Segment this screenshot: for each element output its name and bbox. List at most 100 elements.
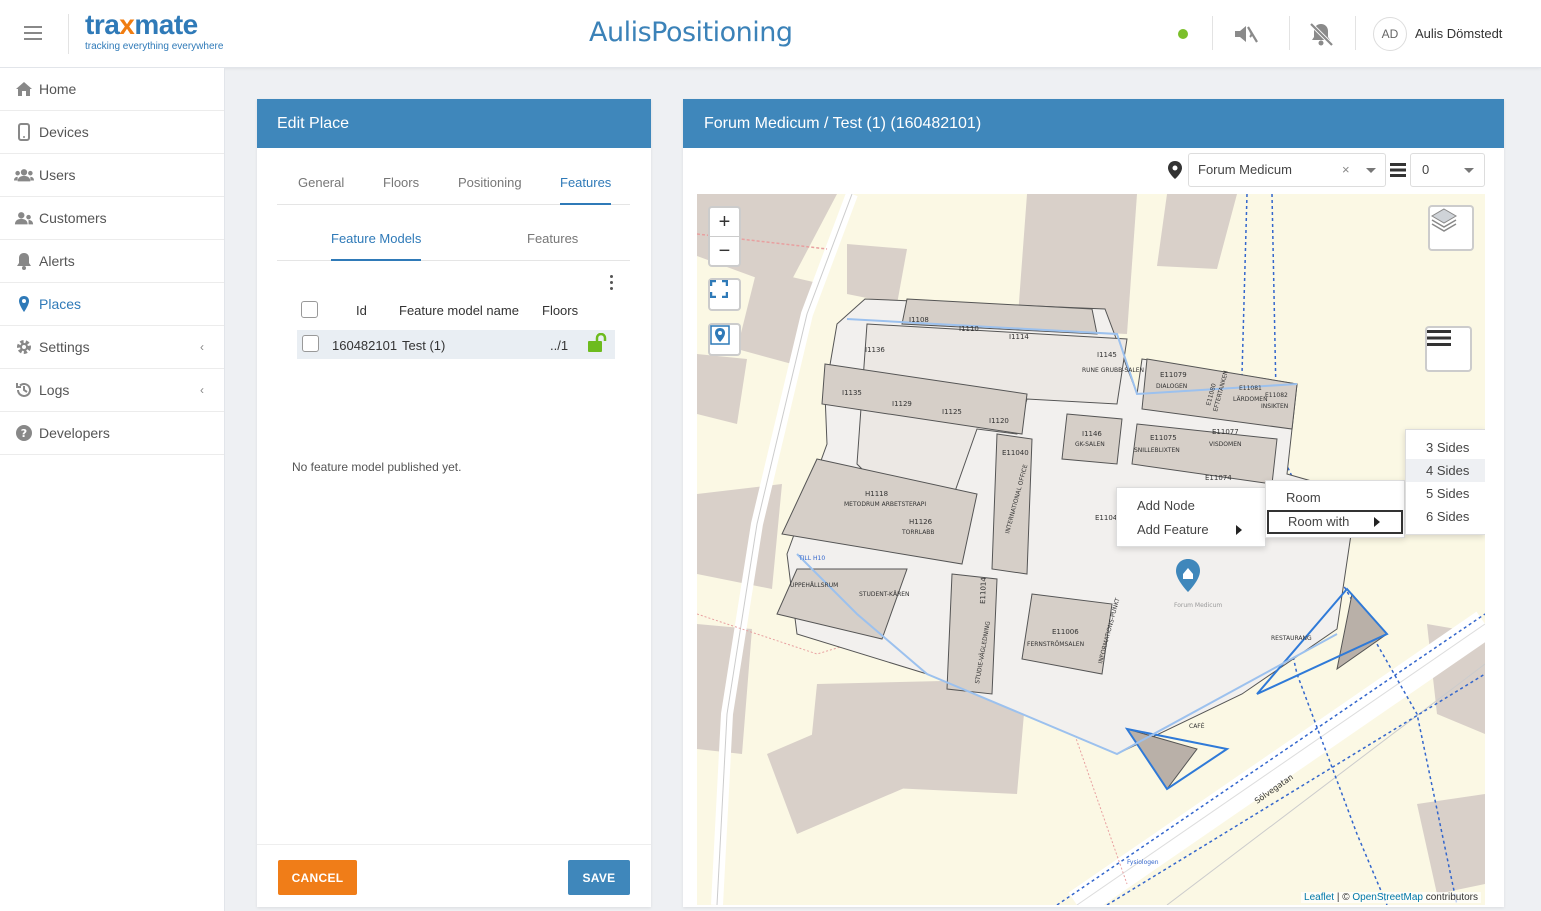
menu-icon[interactable]	[24, 26, 42, 40]
clear-icon[interactable]: ×	[1342, 154, 1350, 186]
floors-list-icon	[1390, 162, 1406, 183]
sidebar-item-label: Alerts	[39, 253, 75, 269]
map-panel: Forum Medicum / Test (1) (160482101) For…	[683, 99, 1504, 907]
sidebar-item-users[interactable]: Users	[0, 154, 224, 197]
menu-item-add-node[interactable]: Add Node	[1117, 494, 1265, 518]
svg-text:?: ?	[21, 427, 27, 440]
zoom-out-button[interactable]: −	[710, 237, 739, 266]
menu-item-5-sides[interactable]: 5 Sides	[1406, 482, 1485, 505]
map-canvas[interactable]: I1108 I1110 I1114 I1145 RUNE GRUBB-SALEN…	[697, 194, 1485, 905]
sidebar-item-label: Settings	[39, 339, 90, 355]
room-label: E11074	[1205, 474, 1232, 482]
history-icon	[14, 380, 34, 400]
chevron-down-icon	[1366, 168, 1376, 173]
osm-link[interactable]: OpenStreetMap	[1352, 892, 1423, 903]
draw-menu-button[interactable]	[1425, 326, 1472, 372]
table-row[interactable]: 160482101 Test (1) ../1	[297, 330, 615, 359]
layers-icon	[1431, 208, 1457, 232]
room-label: I1136	[865, 346, 885, 354]
sidebar-item-logs[interactable]: Logs ‹	[0, 369, 224, 412]
sidebar-item-customers[interactable]: Customers	[0, 197, 224, 240]
menu-item-3-sides[interactable]: 3 Sides	[1406, 436, 1485, 459]
subtab-feature-models[interactable]: Feature Models	[331, 231, 422, 261]
column-header-name: Feature model name	[399, 303, 519, 318]
menu-item-room-with[interactable]: Room with	[1267, 510, 1403, 534]
room-label: RESTAURANG	[1271, 635, 1312, 642]
sidebar-item-places[interactable]: Places	[0, 283, 224, 326]
column-header-id: Id	[356, 303, 367, 318]
room-label: TORRLABB	[901, 529, 935, 536]
room-label: INSIKTEN	[1261, 403, 1288, 410]
sidebar-item-devices[interactable]: Devices	[0, 111, 224, 154]
cancel-button[interactable]: CANCEL	[278, 860, 357, 895]
room-label: UPPEHÅLLSRUM	[790, 582, 838, 589]
sidebar-item-settings[interactable]: Settings ‹	[0, 326, 224, 369]
room-label: I1146	[1082, 430, 1102, 438]
menu-item-4-sides[interactable]: 4 Sides	[1406, 459, 1485, 482]
room-label: E1104	[1095, 514, 1118, 522]
zoom-in-button[interactable]: +	[710, 208, 739, 237]
room-label: E11075	[1150, 434, 1177, 442]
row-checkbox[interactable]	[302, 335, 319, 352]
leaflet-link[interactable]: Leaflet	[1304, 892, 1334, 903]
sidebar-item-label: Developers	[39, 425, 110, 441]
divider	[68, 14, 69, 54]
room-label: I1135	[842, 389, 862, 397]
tab-positioning[interactable]: Positioning	[458, 175, 522, 203]
empty-state-text: No feature model published yet.	[292, 460, 462, 474]
row-floors: ../1	[550, 338, 569, 353]
subtab-features[interactable]: Features	[527, 231, 578, 259]
sidebar-item-label: Users	[39, 167, 76, 183]
user-name[interactable]: Aulis Dömstedt	[1415, 26, 1502, 41]
subtab-bar: Feature Models Features	[277, 223, 630, 261]
tab-features[interactable]: Features	[560, 175, 612, 205]
fullscreen-button[interactable]	[708, 278, 741, 311]
menu-icon	[1427, 330, 1451, 346]
status-indicator	[1178, 29, 1188, 39]
locate-icon	[710, 325, 730, 345]
room-label: I1114	[1009, 333, 1029, 341]
app-title: AulisPositioning	[589, 17, 793, 48]
sidebar-item-label: Customers	[39, 210, 107, 226]
table-header: Id Feature model name Floors	[297, 299, 615, 325]
room-label: E11014	[979, 577, 988, 604]
sidebar-item-home[interactable]: Home	[0, 68, 224, 111]
panel-footer: CANCEL SAVE	[257, 844, 651, 907]
location-pin-icon	[1168, 161, 1182, 184]
notifications-off-icon[interactable]	[1307, 20, 1335, 48]
room-label: E11077	[1212, 428, 1239, 436]
map-marker-icon	[14, 294, 34, 314]
room-label: Fysiologen	[1127, 859, 1159, 866]
room-label: I1120	[989, 417, 1009, 425]
sidebar-item-developers[interactable]: ? Developers	[0, 412, 224, 455]
tab-general[interactable]: General	[298, 175, 344, 203]
select-all-checkbox[interactable]	[301, 301, 318, 318]
sidebar-item-label: Logs	[39, 382, 70, 398]
sound-muted-icon[interactable]	[1231, 20, 1259, 48]
device-icon	[14, 122, 34, 142]
column-header-floors: Floors	[542, 303, 579, 318]
chevron-left-icon: ‹	[200, 383, 204, 397]
sidebar-item-label: Devices	[39, 124, 89, 140]
panel-title: Edit Place	[257, 99, 651, 148]
more-options-icon[interactable]	[609, 275, 615, 293]
floor-plan: I1108 I1110 I1114 I1145 RUNE GRUBB-SALEN…	[697, 194, 1485, 905]
traxmate-logo[interactable]: traxmate tracking everything everywhere	[85, 10, 223, 53]
menu-item-room[interactable]: Room	[1266, 486, 1404, 510]
room-label: E11081	[1239, 385, 1262, 392]
tab-floors[interactable]: Floors	[383, 175, 419, 203]
unlock-icon[interactable]	[587, 332, 609, 356]
layers-button[interactable]	[1428, 205, 1474, 251]
menu-item-6-sides[interactable]: 6 Sides	[1406, 505, 1485, 528]
floor-select[interactable]: 0	[1410, 153, 1485, 187]
sidebar-item-alerts[interactable]: Alerts	[0, 240, 224, 283]
avatar[interactable]: AD	[1373, 17, 1407, 51]
feature-submenu: Room Room with	[1265, 480, 1405, 538]
menu-item-add-feature[interactable]: Add Feature	[1117, 518, 1265, 542]
room-label: SNILLEBLIXTEN	[1134, 447, 1180, 454]
room-label: H1118	[865, 490, 888, 498]
save-button[interactable]: SAVE	[568, 860, 630, 895]
edit-place-panel: Edit Place General Floors Positioning Fe…	[257, 99, 651, 907]
place-select[interactable]: Forum Medicum ×	[1188, 153, 1386, 187]
locate-button[interactable]	[708, 323, 741, 356]
